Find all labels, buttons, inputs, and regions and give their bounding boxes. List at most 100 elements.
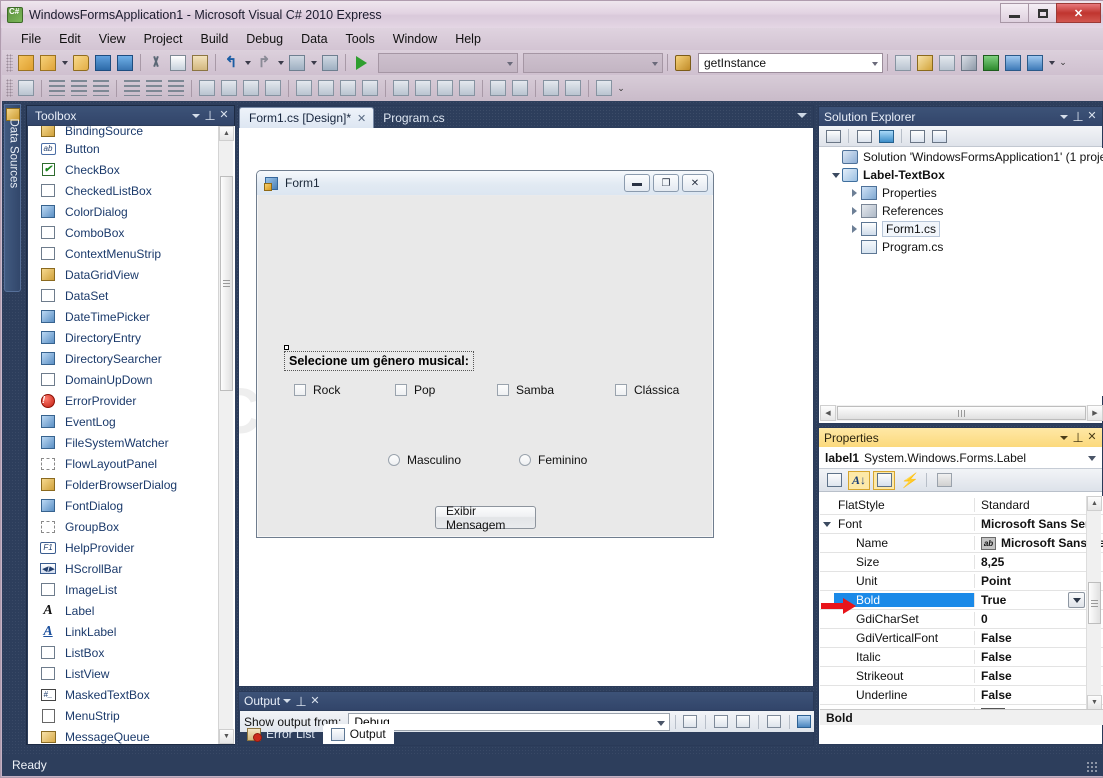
scroll-up-icon[interactable]: ▲ (219, 126, 234, 141)
chevron-down-icon[interactable] (189, 109, 203, 123)
close-icon[interactable] (217, 109, 231, 123)
menu-window[interactable]: Window (384, 30, 446, 48)
property-value-wrap[interactable]: ab Microsoft Sans Se (974, 536, 1103, 550)
tree-item-properties[interactable]: Properties (820, 184, 1103, 202)
toolbox-item-dataset[interactable]: DataSet (28, 285, 235, 306)
property-row-name[interactable]: Name ab Microsoft Sans Se (820, 534, 1103, 553)
toolbox-item-domainupdown[interactable]: DomainUpDown (28, 369, 235, 390)
toolbox-scrollbar[interactable]: ▲ ▼ (218, 126, 234, 744)
scroll-left-icon[interactable]: ◀ (820, 405, 836, 421)
tab-program-cs[interactable]: Program.cs (374, 107, 451, 128)
decrease-horizontal-spacing-button[interactable] (337, 77, 359, 99)
property-pages-icon[interactable] (933, 471, 955, 490)
solution-explorer-icon[interactable] (892, 52, 914, 74)
tree-item-form1-cs[interactable]: Form1.cs (820, 220, 1103, 238)
toolbox-item-colordialog[interactable]: ColorDialog (28, 201, 235, 222)
properties-grid[interactable]: FlatStyle Standard Font Microsoft Sans S… (820, 496, 1103, 710)
property-row-size[interactable]: Size 8,25 (820, 553, 1103, 572)
object-browser-icon[interactable] (936, 52, 958, 74)
remove-vertical-spacing-button[interactable] (456, 77, 478, 99)
align-lefts-button[interactable] (46, 77, 68, 99)
paste-button[interactable] (189, 52, 211, 74)
toolbox-item-menustrip[interactable]: MenuStrip (28, 705, 235, 726)
maximize-button[interactable] (1028, 3, 1057, 23)
toolbox-item-combobox[interactable]: ComboBox (28, 222, 235, 243)
property-value[interactable]: Standard (974, 498, 1103, 512)
solution-explorer-hscrollbar[interactable]: ◀ ▶ (820, 405, 1103, 421)
menu-data[interactable]: Data (292, 30, 336, 48)
view-designer-icon[interactable] (929, 127, 949, 145)
close-icon[interactable] (1085, 431, 1099, 445)
view-code-icon[interactable] (907, 127, 927, 145)
design-form-close-button[interactable]: ✕ (682, 174, 708, 192)
center-vertically-button[interactable] (509, 77, 531, 99)
save-all-button[interactable] (114, 52, 136, 74)
send-to-back-button[interactable] (562, 77, 584, 99)
find-in-files-icon[interactable] (672, 52, 694, 74)
tree-item-project[interactable]: Label-TextBox (820, 166, 1103, 184)
toolbox-item-contextmenustrip[interactable]: ContextMenuStrip (28, 243, 235, 264)
size-to-grid-button[interactable] (262, 77, 284, 99)
design-form-body[interactable]: Selecione um gênero musical: Rock Pop Sa… (258, 195, 714, 538)
start-debugging-button[interactable] (350, 52, 372, 74)
property-row-bold[interactable]: Bold True (820, 591, 1103, 610)
tab-error-list[interactable]: Error List (239, 724, 323, 744)
scroll-down-icon[interactable]: ▼ (219, 729, 234, 744)
toolbox-item-listbox[interactable]: ListBox (28, 642, 235, 663)
refresh-icon[interactable] (876, 127, 896, 145)
scroll-down-icon[interactable]: ▼ (1087, 695, 1102, 710)
property-row-italic[interactable]: Italic False (820, 648, 1103, 667)
scroll-up-icon[interactable]: ▲ (1087, 496, 1102, 511)
toolbox-item-directoryentry[interactable]: DirectoryEntry (28, 327, 235, 348)
toggle-word-wrap-icon[interactable] (795, 713, 814, 731)
property-value[interactable]: False (974, 650, 1103, 664)
radio-feminino[interactable]: Feminino (519, 453, 587, 467)
layout-toolbar-overflow-button[interactable]: ⌄ (615, 77, 627, 99)
properties-window-icon[interactable] (914, 52, 936, 74)
toolbox-item-filesystemwatcher[interactable]: FileSystemWatcher (28, 432, 235, 453)
solution-tree[interactable]: Solution 'WindowsFormsApplication1' (1 p… (820, 148, 1103, 396)
increase-vertical-spacing-button[interactable] (412, 77, 434, 99)
property-value[interactable]: False (974, 631, 1103, 645)
toolbox-item-label[interactable]: A Label (28, 600, 235, 621)
tab-form1-design[interactable]: Form1.cs [Design]* ✕ (239, 107, 375, 128)
chevron-down-icon[interactable] (280, 694, 294, 708)
redo-button[interactable]: ↱ (253, 52, 275, 74)
properties-scrollbar[interactable]: ▲ ▼ (1086, 496, 1102, 710)
toolbox-item-datetimepicker[interactable]: DateTimePicker (28, 306, 235, 327)
scrollbar-thumb[interactable] (220, 176, 233, 391)
toolbox-item-eventlog[interactable]: EventLog (28, 411, 235, 432)
error-list-icon[interactable] (980, 52, 1002, 74)
scroll-right-icon[interactable]: ▶ (1087, 405, 1103, 421)
tab-output[interactable]: Output (322, 724, 394, 744)
scrollbar-thumb[interactable] (1088, 582, 1101, 624)
redo-dropdown-arrow[interactable] (275, 52, 286, 74)
toolbar-overflow-button[interactable]: ⌄ (1057, 52, 1069, 74)
properties-icon[interactable] (873, 470, 895, 490)
design-form[interactable]: Form1 ▬ ❐ ✕ Selecione um gênero musical:… (256, 170, 714, 538)
expander-icon[interactable] (820, 515, 834, 534)
toolbox-item-maskedtextbox[interactable]: #_ MaskedTextBox (28, 684, 235, 705)
pin-icon[interactable] (1071, 110, 1085, 124)
chevron-down-icon[interactable] (1088, 456, 1096, 461)
close-icon[interactable] (308, 694, 322, 708)
start-page-icon[interactable] (1024, 52, 1046, 74)
show-all-files-icon[interactable] (854, 127, 874, 145)
sidebar-item-data-sources[interactable]: Data Sources (4, 104, 21, 292)
properties-object-selector[interactable]: label1 System.Windows.Forms.Label (819, 447, 1102, 469)
toolbox-item-folderbrowserdialog[interactable]: FolderBrowserDialog (28, 474, 235, 495)
toolbox-item-listview[interactable]: ListView (28, 663, 235, 684)
decrease-vertical-spacing-button[interactable] (434, 77, 456, 99)
clear-all-icon[interactable] (764, 713, 783, 731)
minimize-button[interactable] (1000, 3, 1029, 23)
toolbox-item-checkedlistbox[interactable]: CheckedListBox (28, 180, 235, 201)
toolbox-item-groupbox[interactable]: GroupBox (28, 516, 235, 537)
go-to-next-icon[interactable] (734, 713, 753, 731)
property-row-strikeout[interactable]: Strikeout False (820, 667, 1103, 686)
save-button[interactable] (92, 52, 114, 74)
find-message-icon[interactable] (681, 713, 700, 731)
toolbox-item-messagequeue[interactable]: MessageQueue (28, 726, 235, 744)
remove-horizontal-spacing-button[interactable] (359, 77, 381, 99)
property-value[interactable]: Microsoft Sans Serif; 8 (974, 517, 1103, 531)
toolbox-item-flowlayoutpanel[interactable]: FlowLayoutPanel (28, 453, 235, 474)
